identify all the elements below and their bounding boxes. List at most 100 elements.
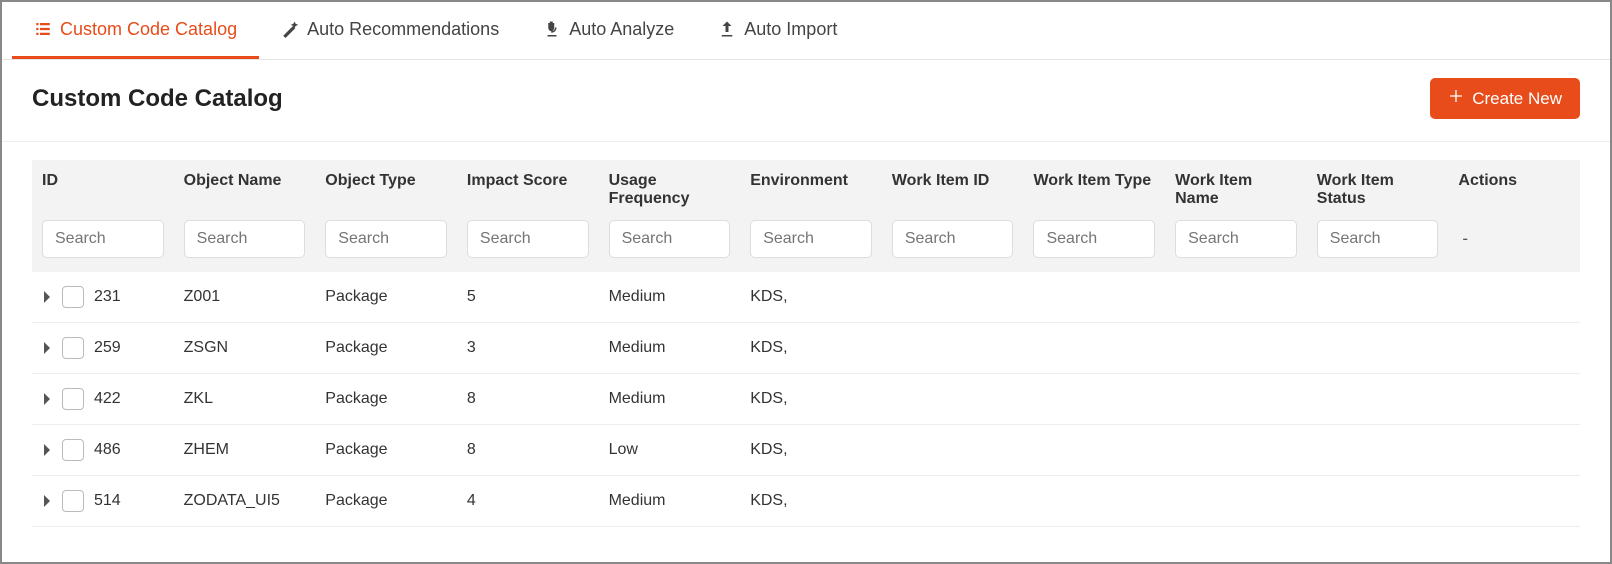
table-row: 231Z001Package5MediumKDS, (32, 272, 1580, 323)
col-header-impact-score[interactable]: Impact Score (457, 160, 599, 220)
search-impact-score[interactable] (467, 220, 589, 258)
upload-icon (718, 20, 736, 38)
search-id[interactable] (42, 220, 164, 258)
cell-work-item-name (1165, 323, 1307, 374)
row-checkbox[interactable] (62, 286, 84, 308)
tab-label: Custom Code Catalog (60, 19, 237, 40)
cell-work-item-name (1165, 425, 1307, 476)
tab-label: Auto Recommendations (307, 19, 499, 40)
cell-object-type: Package (315, 476, 457, 527)
col-header-usage-frequency[interactable]: Usage Frequency (599, 160, 741, 220)
col-header-object-name[interactable]: Object Name (174, 160, 316, 220)
cell-work-item-type (1023, 272, 1165, 323)
tab-label: Auto Import (744, 19, 837, 40)
cell-id: 422 (94, 390, 121, 408)
cell-work-item-type (1023, 476, 1165, 527)
cell-actions (1448, 323, 1580, 374)
cell-id: 231 (94, 288, 121, 306)
cell-environment: KDS, (740, 374, 882, 425)
microscope-icon (543, 20, 561, 38)
actions-filter-placeholder: - (1458, 229, 1468, 248)
cell-actions (1448, 272, 1580, 323)
cell-work-item-type (1023, 374, 1165, 425)
chevron-right-icon[interactable] (42, 392, 52, 406)
table-row: 422 ZKLPackage8MediumKDS, (32, 374, 1580, 425)
cell-work-item-id (882, 272, 1024, 323)
col-header-work-item-type[interactable]: Work Item Type (1023, 160, 1165, 220)
cell-usage-frequency: Medium (599, 476, 741, 527)
search-object-name[interactable] (184, 220, 306, 258)
cell-work-item-status (1307, 425, 1449, 476)
page-header: Custom Code Catalog Create New (2, 60, 1610, 142)
cell-work-item-status (1307, 323, 1449, 374)
cell-object-type: Package (315, 272, 457, 323)
row-checkbox[interactable] (62, 388, 84, 410)
search-work-item-status[interactable] (1317, 220, 1439, 258)
col-header-id[interactable]: ID (32, 160, 174, 220)
cell-work-item-name (1165, 272, 1307, 323)
search-work-item-type[interactable] (1033, 220, 1155, 258)
col-header-work-item-status[interactable]: Work Item Status (1307, 160, 1449, 220)
cell-id: 259 (94, 339, 121, 357)
cell-object-name: ZSGN (174, 323, 316, 374)
page-title: Custom Code Catalog (32, 85, 283, 113)
table-row: 259ZSGNPackage3MediumKDS, (32, 323, 1580, 374)
cell-usage-frequency: Medium (599, 374, 741, 425)
cell-object-type: Package (315, 374, 457, 425)
plus-icon (1448, 88, 1464, 109)
search-usage-frequency[interactable] (609, 220, 731, 258)
cell-impact-score: 8 (457, 374, 599, 425)
cell-usage-frequency: Medium (599, 272, 741, 323)
cell-work-item-id (882, 323, 1024, 374)
search-work-item-id[interactable] (892, 220, 1014, 258)
cell-actions (1448, 374, 1580, 425)
col-header-work-item-id[interactable]: Work Item ID (882, 160, 1024, 220)
cell-object-name: ZKL (174, 374, 316, 425)
tab-auto-recommendations[interactable]: Auto Recommendations (259, 2, 521, 59)
cell-impact-score: 4 (457, 476, 599, 527)
cell-work-item-status (1307, 476, 1449, 527)
col-header-work-item-name[interactable]: Work Item Name (1165, 160, 1307, 220)
chevron-right-icon[interactable] (42, 443, 52, 457)
cell-work-item-type (1023, 425, 1165, 476)
list-icon (34, 20, 52, 38)
tab-auto-import[interactable]: Auto Import (696, 2, 859, 59)
tab-custom-code-catalog[interactable]: Custom Code Catalog (12, 2, 259, 59)
table-row: 514ZODATA_UI5Package4MediumKDS, (32, 476, 1580, 527)
search-work-item-name[interactable] (1175, 220, 1297, 258)
cell-work-item-type (1023, 323, 1165, 374)
wand-icon (281, 20, 299, 38)
cell-object-name: ZODATA_UI5 (174, 476, 316, 527)
cell-id: 486 (94, 441, 121, 459)
search-environment[interactable] (750, 220, 872, 258)
table-row: 486ZHEMPackage8LowKDS, (32, 425, 1580, 476)
chevron-right-icon[interactable] (42, 494, 52, 508)
row-checkbox[interactable] (62, 490, 84, 512)
cell-actions (1448, 425, 1580, 476)
cell-work-item-id (882, 425, 1024, 476)
cell-impact-score: 3 (457, 323, 599, 374)
cell-impact-score: 8 (457, 425, 599, 476)
create-new-label: Create New (1472, 89, 1562, 109)
row-checkbox[interactable] (62, 337, 84, 359)
cell-object-type: Package (315, 323, 457, 374)
tab-auto-analyze[interactable]: Auto Analyze (521, 2, 696, 59)
cell-id: 514 (94, 492, 121, 510)
col-header-environment[interactable]: Environment (740, 160, 882, 220)
cell-work-item-status (1307, 272, 1449, 323)
create-new-button[interactable]: Create New (1430, 78, 1580, 119)
cell-environment: KDS, (740, 272, 882, 323)
row-checkbox[interactable] (62, 439, 84, 461)
chevron-right-icon[interactable] (42, 341, 52, 355)
cell-environment: KDS, (740, 323, 882, 374)
cell-object-type: Package (315, 425, 457, 476)
cell-impact-score: 5 (457, 272, 599, 323)
col-header-actions: Actions (1448, 160, 1580, 220)
col-header-object-type[interactable]: Object Type (315, 160, 457, 220)
search-object-type[interactable] (325, 220, 447, 258)
cell-work-item-status (1307, 374, 1449, 425)
cell-environment: KDS, (740, 425, 882, 476)
tab-bar: Custom Code Catalog Auto Recommendations… (2, 2, 1610, 60)
chevron-right-icon[interactable] (42, 290, 52, 304)
cell-object-name: ZHEM (174, 425, 316, 476)
